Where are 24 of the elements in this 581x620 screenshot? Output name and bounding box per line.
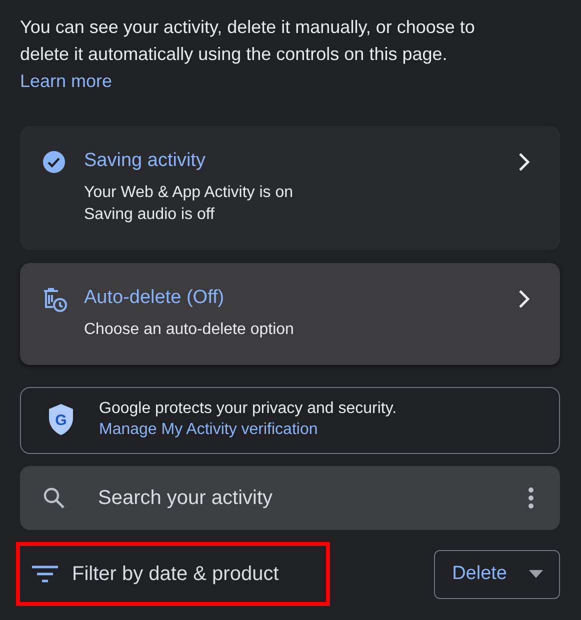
privacy-text: Google protects your privacy and security. — [99, 399, 397, 419]
card-subtitle: Your Web & App Activity is on — [84, 183, 294, 203]
shield-icon: G — [47, 402, 75, 436]
card-subtitle: Saving audio is off — [84, 205, 216, 225]
card-subtitle: Choose an auto-delete option — [84, 320, 295, 340]
verification-link[interactable]: Manage My Activity verification — [99, 419, 318, 441]
more-options-icon[interactable] — [528, 487, 534, 509]
search-field[interactable]: Search your activity — [96, 486, 528, 510]
delete-button[interactable]: Delete — [434, 550, 560, 598]
card-title: Auto-delete (Off) — [84, 286, 226, 310]
search-bar[interactable]: Search your activity — [20, 466, 560, 530]
card-title: Saving activity — [84, 149, 206, 173]
settings-card[interactable]: Saving activity Your Web & App Activity is on Saving audio is off — [20, 126, 560, 250]
intro-text: You can see your activity, delete it manually, or choose to delete it automatically using the controls on this page. — [20, 16, 476, 66]
filter-button[interactable]: Filter by date & product — [16, 542, 330, 606]
settings-card[interactable]: Auto-delete (Off) Choose an auto-delete option — [20, 263, 560, 365]
filter-icon — [32, 565, 58, 583]
learn-more-link[interactable]: Learn more — [20, 68, 112, 95]
chevron-right-icon — [518, 152, 530, 172]
search-icon — [42, 486, 66, 510]
check-circle-icon — [42, 150, 66, 174]
dropdown-arrow-icon — [529, 570, 543, 578]
trash-clock-icon — [42, 287, 68, 313]
chevron-right-icon — [518, 289, 530, 309]
